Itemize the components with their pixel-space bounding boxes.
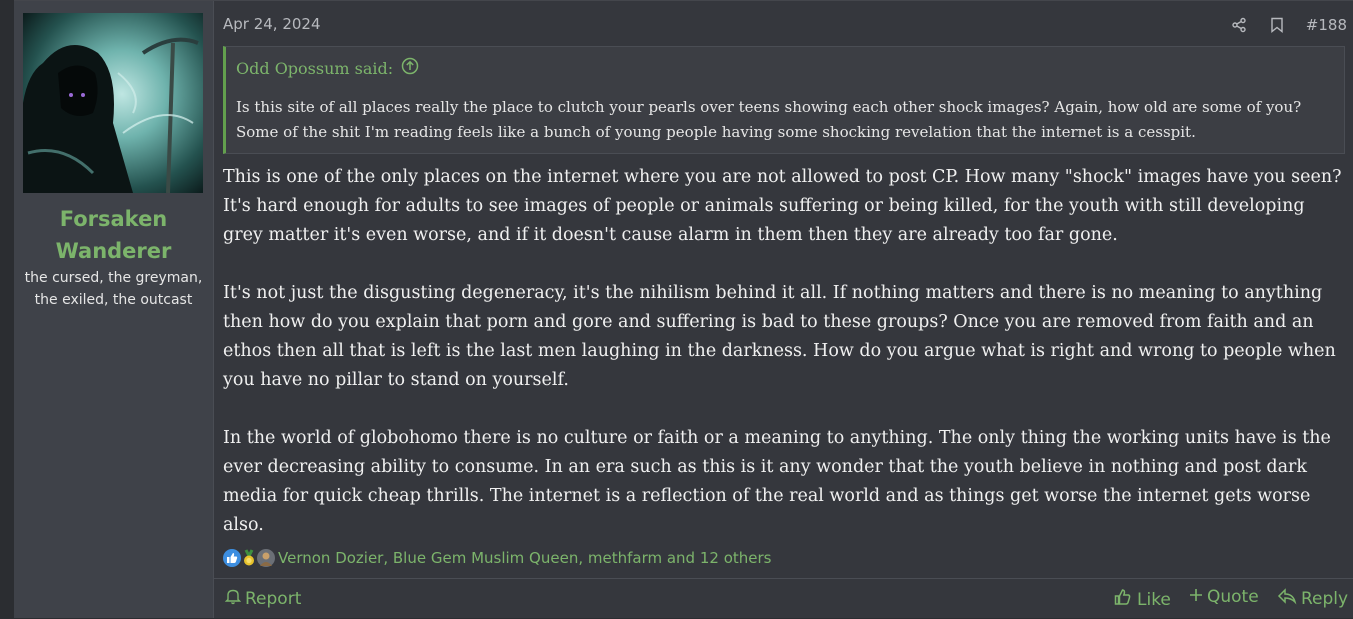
quote-label: Quote	[1207, 587, 1259, 607]
quote-header[interactable]: Odd Opossum said:	[236, 57, 419, 79]
medal-reaction-icon	[240, 549, 258, 567]
like-button[interactable]: Like	[1113, 587, 1171, 612]
post-user-cell: Forsaken Wanderer the cursed, the greyma…	[14, 1, 214, 618]
message-paragraph: In the world of globohomo there is no cu…	[223, 428, 1331, 535]
message-paragraph: It's not just the disgusting degeneracy,…	[223, 283, 1336, 390]
post-date[interactable]: Apr 24, 2024	[223, 15, 321, 33]
avatar[interactable]	[23, 13, 203, 193]
report-label: Report	[245, 588, 302, 609]
like-reaction-icon	[223, 549, 241, 567]
post-main: Apr 24, 2024 #188 Odd Opossum said: Is t…	[213, 1, 1353, 618]
reply-label: Reply	[1301, 588, 1349, 609]
reply-icon	[1277, 587, 1297, 610]
bell-icon	[224, 587, 242, 610]
username[interactable]: Forsaken Wanderer	[14, 203, 213, 267]
go-to-quote-icon[interactable]	[401, 57, 419, 79]
quote-block: Odd Opossum said: Is this site of all pl…	[223, 46, 1345, 154]
reaction-icons	[223, 549, 275, 567]
bookmark-icon[interactable]	[1268, 16, 1286, 34]
reaction-users[interactable]: Vernon Dozier, Blue Gem Muslim Queen, me…	[278, 549, 771, 567]
quote-text: Is this site of all places really the pl…	[236, 98, 1302, 141]
like-label: Like	[1137, 589, 1171, 610]
message-body: This is one of the only places on the in…	[223, 163, 1348, 569]
thumbs-up-icon	[1113, 587, 1133, 612]
user-title: the cursed, the greyman, the exiled, the…	[24, 270, 203, 308]
custom-reaction-icon	[257, 549, 275, 567]
page-margin	[0, 0, 14, 617]
post-top-actions: #188	[1230, 13, 1347, 37]
reactions-bar[interactable]: Vernon Dozier, Blue Gem Muslim Queen, me…	[223, 545, 771, 571]
message-paragraph: This is one of the only places on the in…	[223, 167, 1342, 245]
report-button[interactable]: Report	[224, 587, 302, 610]
share-icon[interactable]	[1230, 16, 1248, 34]
reply-button[interactable]: Reply	[1277, 587, 1348, 610]
quote-author[interactable]: Odd Opossum said:	[236, 59, 393, 78]
quote-button[interactable]: Quote	[1189, 587, 1259, 607]
forum-post: Forsaken Wanderer the cursed, the greyma…	[14, 0, 1353, 618]
post-footer: Report Like Quote Reply	[213, 578, 1353, 619]
plus-icon	[1189, 587, 1203, 607]
post-number[interactable]: #188	[1306, 16, 1347, 34]
